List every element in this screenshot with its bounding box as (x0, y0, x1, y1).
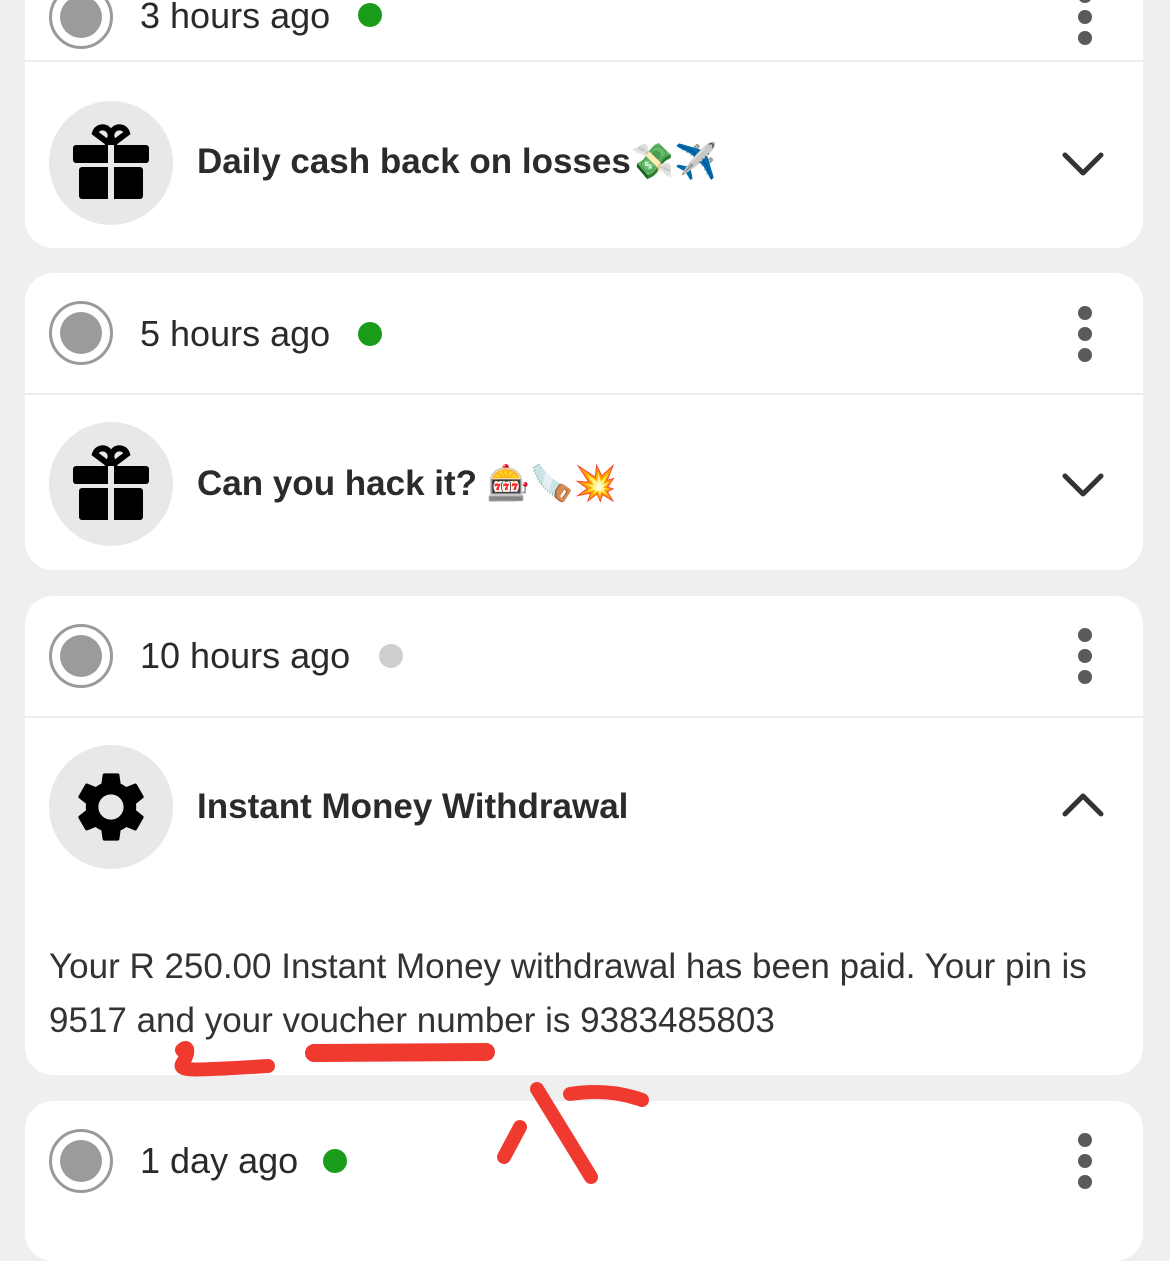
notification-card: 3 hours ago Daily cash back on losses💸✈️ (25, 0, 1143, 248)
radio-icon[interactable] (49, 624, 113, 688)
unread-status-dot (358, 322, 382, 346)
notification-card-expanded: 10 hours ago Instant Money Withdrawal Yo… (25, 596, 1143, 1075)
read-status-dot (379, 644, 403, 668)
gift-icon (49, 422, 173, 546)
notification-card: 1 day ago (25, 1101, 1143, 1261)
notification-time: 5 hours ago (140, 313, 331, 354)
notification-title: Instant Money Withdrawal (197, 787, 629, 826)
gear-icon (49, 745, 173, 869)
unread-status-dot (358, 3, 382, 27)
more-vert-icon[interactable] (1067, 299, 1103, 369)
unread-status-dot (323, 1149, 347, 1173)
more-vert-icon[interactable] (1067, 0, 1103, 52)
notification-header: 10 hours ago (25, 596, 1143, 718)
notification-header: 5 hours ago (25, 273, 1143, 395)
notification-header: 1 day ago (25, 1101, 1143, 1223)
more-vert-icon[interactable] (1067, 1126, 1103, 1196)
chevron-down-icon[interactable] (1061, 470, 1105, 500)
radio-icon[interactable] (49, 1129, 113, 1193)
notification-time: 3 hours ago (140, 0, 331, 36)
notification-card: 5 hours ago Can you hack it? 🎰🪚💥 (25, 273, 1143, 570)
gift-icon (49, 101, 173, 225)
notification-title: Can you hack it? 🎰🪚💥 (197, 464, 618, 503)
chevron-down-icon[interactable] (1061, 149, 1105, 179)
notification-time: 10 hours ago (140, 635, 351, 676)
radio-icon[interactable] (49, 301, 113, 365)
annotation-arrow-top (563, 1085, 649, 1107)
chevron-up-icon[interactable] (1061, 790, 1105, 820)
notification-time: 1 day ago (140, 1140, 299, 1181)
notification-title: Daily cash back on losses💸✈️ (197, 142, 718, 181)
more-vert-icon[interactable] (1067, 621, 1103, 691)
notification-header: 3 hours ago (25, 0, 1143, 62)
notification-body: Your R 250.00 Instant Money withdrawal h… (49, 947, 1087, 1040)
radio-icon[interactable] (49, 0, 113, 49)
